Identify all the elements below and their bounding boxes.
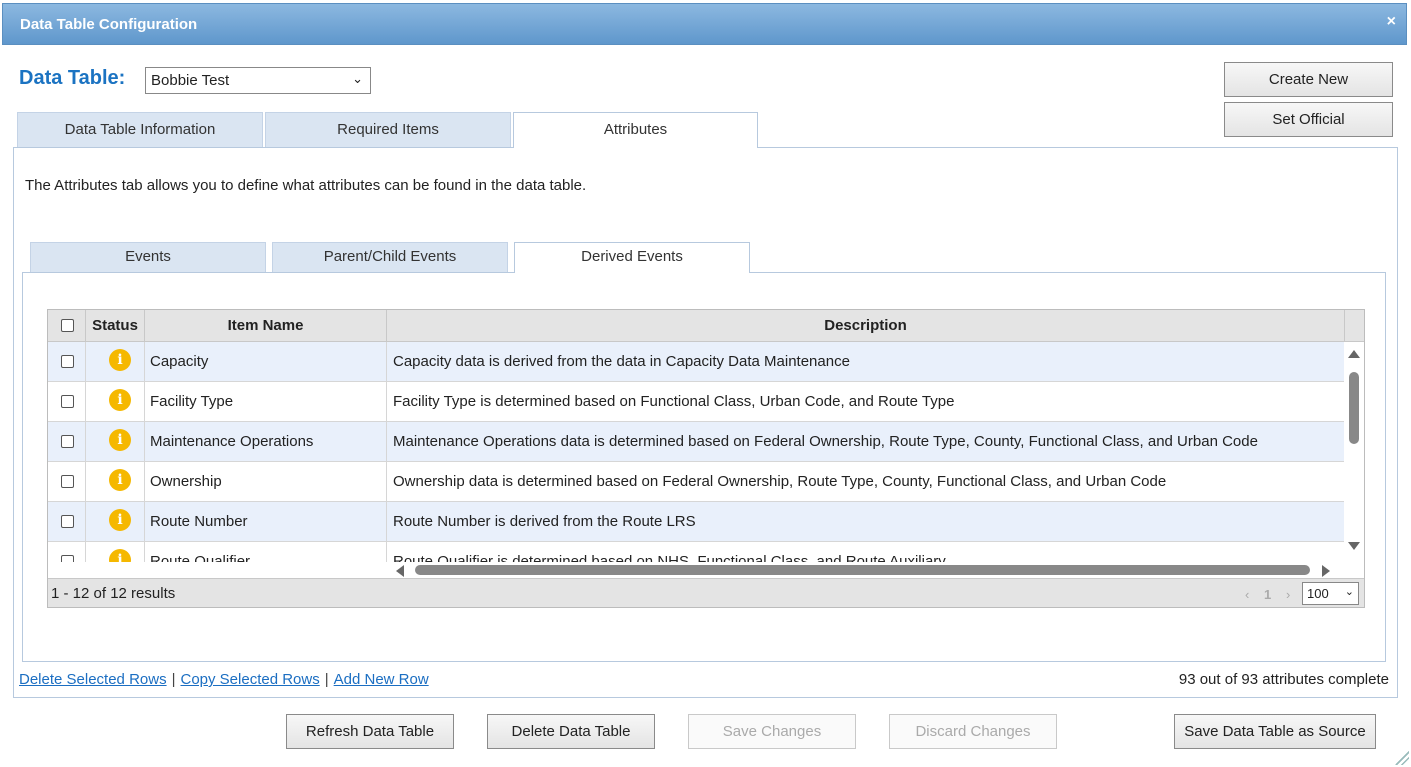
row-checkbox[interactable] (61, 555, 74, 562)
set-official-button[interactable]: Set Official (1224, 102, 1393, 137)
grid-body: i Capacity Capacity data is derived from… (48, 342, 1344, 562)
page-size-select[interactable]: 100 ⌄ (1302, 582, 1359, 605)
item-name-cell: Maintenance Operations (145, 422, 387, 461)
row-checkbox[interactable] (61, 355, 74, 368)
table-row[interactable]: i Maintenance Operations Maintenance Ope… (48, 422, 1344, 462)
description-cell: Facility Type is determined based on Fun… (393, 393, 955, 410)
link-separator: | (171, 671, 176, 688)
status-cell: i (86, 342, 145, 381)
table-row[interactable]: i Facility Type Facility Type is determi… (48, 382, 1344, 422)
discard-changes-button[interactable]: Discard Changes (889, 714, 1057, 749)
header-scroll-spacer (1345, 310, 1364, 342)
row-select-cell (48, 462, 86, 501)
tab-attributes[interactable]: Attributes (513, 112, 758, 148)
close-icon[interactable]: × (1387, 13, 1396, 31)
refresh-data-table-button[interactable]: Refresh Data Table (286, 714, 454, 749)
column-header-item-name[interactable]: Item Name (145, 310, 387, 342)
item-name-cell: Ownership (145, 462, 387, 501)
row-select-cell (48, 502, 86, 541)
horizontal-scroll-thumb[interactable] (415, 565, 1310, 575)
subtab-events[interactable]: Events (30, 242, 266, 272)
item-name-cell: Capacity (145, 342, 387, 381)
active-subtab-joint (515, 271, 749, 274)
info-icon: i (109, 549, 131, 562)
row-select-cell (48, 382, 86, 421)
description-cell: Route Number is derived from the Route L… (393, 513, 696, 530)
status-cell: i (86, 422, 145, 461)
table-row[interactable]: i Route Number Route Number is derived f… (48, 502, 1344, 542)
item-name-cell: Route Number (145, 502, 387, 541)
item-name-cell: Facility Type (145, 382, 387, 421)
description-cell: Capacity data is derived from the data i… (393, 353, 850, 370)
vertical-scrollbar[interactable] (1344, 342, 1364, 562)
delete-data-table-button[interactable]: Delete Data Table (487, 714, 655, 749)
pager-page-number[interactable]: 1 (1264, 587, 1271, 602)
tab-required-items[interactable]: Required Items (265, 112, 511, 147)
vertical-scroll-thumb[interactable] (1349, 372, 1359, 444)
data-table-label: Data Table: (19, 67, 126, 89)
row-checkbox[interactable] (61, 435, 74, 448)
row-select-cell (48, 342, 86, 381)
pager-next-icon[interactable]: › (1286, 587, 1290, 602)
item-name-cell: Route Qualifier (145, 542, 387, 562)
horizontal-scrollbar[interactable] (388, 562, 1330, 578)
status-cell: i (86, 542, 145, 562)
select-all-header (48, 310, 86, 342)
grid-header: Status Item Name Description (48, 310, 1364, 342)
scroll-down-icon[interactable] (1348, 542, 1360, 550)
info-icon: i (109, 389, 131, 411)
info-icon: i (109, 349, 131, 371)
page-size-value: 100 (1307, 586, 1329, 601)
pager-results-count: 1 - 12 of 12 results (51, 585, 176, 602)
create-new-button[interactable]: Create New (1224, 62, 1393, 97)
row-checkbox[interactable] (61, 475, 74, 488)
active-tab-joint (514, 146, 757, 149)
row-checkbox[interactable] (61, 395, 74, 408)
description-cell: Ownership data is determined based on Fe… (393, 473, 1167, 490)
status-cell: i (86, 462, 145, 501)
subtab-parent-child-events[interactable]: Parent/Child Events (272, 242, 508, 272)
data-table-selected-value: Bobbie Test (151, 72, 230, 89)
table-row[interactable]: i Ownership Ownership data is determined… (48, 462, 1344, 502)
row-select-cell (48, 422, 86, 461)
status-cell: i (86, 502, 145, 541)
scroll-left-icon[interactable] (396, 565, 404, 577)
delete-selected-rows-link[interactable]: Delete Selected Rows (19, 671, 167, 688)
column-header-description[interactable]: Description (387, 310, 1345, 342)
column-header-status[interactable]: Status (86, 310, 145, 342)
info-icon: i (109, 429, 131, 451)
info-icon: i (109, 509, 131, 531)
description-cell: Maintenance Operations data is determine… (393, 433, 1258, 450)
save-data-table-as-source-button[interactable]: Save Data Table as Source (1174, 714, 1376, 749)
add-new-row-link[interactable]: Add New Row (334, 671, 429, 688)
chevron-down-icon: ⌄ (352, 71, 363, 86)
save-changes-button[interactable]: Save Changes (688, 714, 856, 749)
row-checkbox[interactable] (61, 515, 74, 528)
grid-pager: 1 - 12 of 12 results ‹ 1 › 100 ⌄ (48, 578, 1364, 607)
status-cell: i (86, 382, 145, 421)
table-row[interactable]: i Capacity Capacity data is derived from… (48, 342, 1344, 382)
select-all-checkbox[interactable] (61, 319, 74, 332)
attributes-completion-status: 93 out of 93 attributes complete (1178, 671, 1389, 688)
subtab-derived-events[interactable]: Derived Events (514, 242, 750, 273)
row-actions: Delete Selected Rows | Copy Selected Rows |… (19, 671, 429, 688)
description-cell: Route Qualifier is determined based on N… (393, 553, 946, 562)
copy-selected-rows-link[interactable]: Copy Selected Rows (180, 671, 319, 688)
scroll-up-icon[interactable] (1348, 350, 1360, 358)
derived-events-grid: Status Item Name Description i Capacity … (47, 309, 1365, 608)
table-row[interactable]: i Route Qualifier Route Qualifier is det… (48, 542, 1344, 562)
link-separator: | (324, 671, 329, 688)
attributes-description: The Attributes tab allows you to define … (25, 177, 587, 194)
chevron-down-icon: ⌄ (1344, 586, 1354, 598)
window-title: Data Table Configuration (20, 16, 198, 33)
resize-handle-icon[interactable] (1395, 751, 1409, 765)
info-icon: i (109, 469, 131, 491)
scroll-right-icon[interactable] (1322, 565, 1330, 577)
row-select-cell (48, 542, 86, 562)
pager-prev-icon[interactable]: ‹ (1245, 587, 1249, 602)
tab-data-table-information[interactable]: Data Table Information (17, 112, 263, 147)
data-table-select[interactable]: Bobbie Test ⌄ (145, 67, 371, 94)
window-title-bar: Data Table Configuration × (2, 3, 1407, 45)
